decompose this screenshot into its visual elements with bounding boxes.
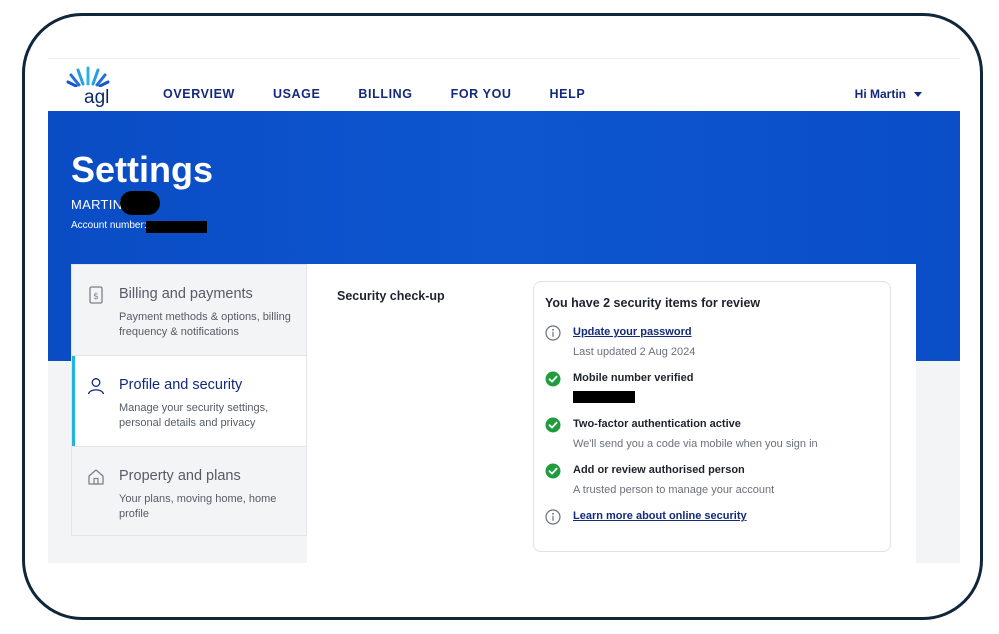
item-title: Add or review authorised person bbox=[573, 464, 745, 476]
agl-settings-page: agl OVERVIEW USAGE BILLING FOR YOU HELP … bbox=[48, 58, 960, 563]
user-menu[interactable]: Hi Martin bbox=[855, 87, 922, 101]
redaction-blob bbox=[120, 191, 160, 215]
house-icon bbox=[88, 469, 104, 485]
section-label: Security check-up bbox=[337, 289, 445, 303]
main-content: Security check-up You have 2 security it… bbox=[307, 264, 916, 563]
dollar-document-icon: $ bbox=[89, 286, 103, 304]
nav-for-you[interactable]: FOR YOU bbox=[451, 87, 512, 101]
nav-usage[interactable]: USAGE bbox=[273, 87, 320, 101]
sidebar-item-description: Manage your security settings, personal … bbox=[119, 402, 269, 429]
settings-sidebar: $ Billing and payments Payment methods &… bbox=[71, 264, 307, 536]
sidebar-item-title: Property and plans bbox=[119, 468, 241, 484]
customer-name: MARTIN bbox=[71, 197, 123, 212]
check-circle-icon bbox=[545, 371, 561, 387]
sidebar-item-description: Your plans, moving home, home profile bbox=[119, 493, 277, 520]
security-checkup-card: You have 2 security items for review Upd… bbox=[533, 281, 891, 552]
item-subtitle: We'll send you a code via mobile when yo… bbox=[573, 438, 818, 450]
card-title: You have 2 security items for review bbox=[545, 296, 761, 310]
nav-links: OVERVIEW USAGE BILLING FOR YOU HELP bbox=[163, 87, 585, 101]
update-password-link[interactable]: Update your password bbox=[573, 326, 692, 338]
info-icon bbox=[545, 325, 561, 341]
redaction-mobile-number bbox=[573, 391, 635, 403]
agl-sunburst-icon bbox=[66, 66, 110, 87]
sidebar-item-billing[interactable]: $ Billing and payments Payment methods &… bbox=[72, 265, 306, 355]
learn-more-security-link[interactable]: Learn more about online security bbox=[573, 510, 747, 522]
item-subtitle: A trusted person to manage your account bbox=[573, 484, 775, 496]
nav-help[interactable]: HELP bbox=[550, 87, 586, 101]
user-greeting: Hi Martin bbox=[854, 87, 906, 101]
nav-billing[interactable]: BILLING bbox=[358, 87, 412, 101]
sidebar-item-profile-security[interactable]: Profile and security Manage your securit… bbox=[72, 356, 306, 446]
account-label: Account number: bbox=[71, 220, 147, 231]
info-icon bbox=[545, 509, 561, 525]
agl-logo[interactable]: agl bbox=[62, 65, 112, 109]
top-nav: agl OVERVIEW USAGE BILLING FOR YOU HELP … bbox=[48, 59, 960, 111]
check-circle-icon bbox=[545, 417, 561, 433]
sidebar-item-title: Billing and payments bbox=[119, 286, 253, 302]
svg-text:$: $ bbox=[93, 292, 99, 302]
nav-overview[interactable]: OVERVIEW bbox=[163, 87, 235, 101]
caret-down-icon bbox=[914, 91, 922, 97]
item-title: Two-factor authentication active bbox=[573, 418, 741, 430]
sidebar-item-property-plans[interactable]: Property and plans Your plans, moving ho… bbox=[72, 447, 306, 537]
redaction-account-number bbox=[146, 221, 207, 233]
sidebar-item-title: Profile and security bbox=[119, 377, 243, 393]
person-icon bbox=[87, 378, 105, 395]
page-title: Settings bbox=[71, 149, 214, 190]
item-title: Mobile number verified bbox=[573, 372, 694, 384]
item-subtitle: Last updated 2 Aug 2024 bbox=[573, 346, 696, 358]
sidebar-item-description: Payment methods & options, billing frequ… bbox=[119, 311, 291, 338]
logo-wordmark: agl bbox=[84, 87, 110, 108]
check-circle-icon bbox=[545, 463, 561, 479]
